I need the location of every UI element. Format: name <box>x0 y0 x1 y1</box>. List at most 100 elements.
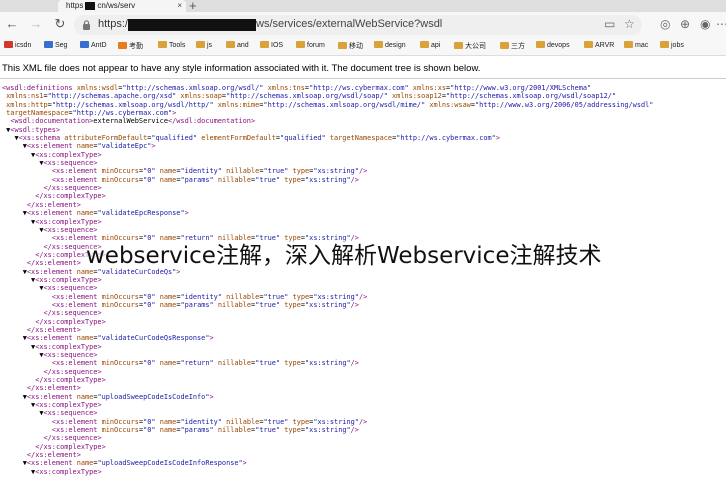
xml-line: </xs:sequence> <box>43 184 102 193</box>
bookmark-folder-devops[interactable]: devops <box>536 41 570 49</box>
bookmark-folder-forum[interactable]: forum <box>296 41 325 49</box>
xml-line[interactable]: ▼<xs:complexType> <box>2 343 722 351</box>
bookmark-folder-jobs[interactable]: jobs <box>660 41 684 49</box>
xml-line: xmlns:ns1="http://schemas.apache.org/xsd… <box>6 92 617 101</box>
folder-icon <box>420 41 429 48</box>
bookmark-folder-mobile[interactable]: 移动 <box>338 41 363 51</box>
bookmark-attendance[interactable]: 考勤 <box>118 41 143 51</box>
bookmark-folder-api[interactable]: api <box>420 41 440 49</box>
bookmark-folder-mac[interactable]: mac <box>624 41 648 49</box>
lock-icon <box>83 20 90 30</box>
bookmark-label: 大公司 <box>465 43 486 50</box>
xml-style-notice: This XML file does not appear to have an… <box>2 63 481 74</box>
reader-icon[interactable]: ▭ <box>604 17 615 31</box>
bookmark-label: devops <box>547 42 570 49</box>
xml-line[interactable]: ▼<xs:sequence> <box>2 159 722 167</box>
caption-overlay: webservice注解，深入解析Webservice注解技术 <box>86 243 602 269</box>
bookmark-folder-bigcorp[interactable]: 大公司 <box>454 41 486 51</box>
bookmark-folder-thirdparty[interactable]: 三方 <box>500 41 525 51</box>
xml-line: </xs:element> <box>26 384 81 393</box>
bookmark-folder-arvr[interactable]: ARVR <box>584 41 614 49</box>
bookmark-label: Seg <box>55 42 68 49</box>
address-bar[interactable]: https:// ws/services/externalWebService?… <box>74 15 642 35</box>
segmentfault-icon <box>44 41 53 48</box>
xml-line: xmlns:http="http://schemas.xmlsoap.org/w… <box>6 100 654 109</box>
extensions-icon[interactable]: ⊕ <box>680 17 690 31</box>
xml-document-tree: <wsdl:definitions xmlns:wsdl="http://sch… <box>2 84 722 476</box>
xml-line: <xs:element minOccurs="0" name="identity… <box>51 167 368 176</box>
bookmark-label: api <box>431 42 441 49</box>
xml-line[interactable]: ▼<xs:element name="validateEpc"> <box>2 142 722 150</box>
xml-line[interactable]: ▼<xs:element name="uploadSweepCodeIsCode… <box>2 459 722 467</box>
bookmark-label: icsdn <box>15 42 32 49</box>
bookmark-antd[interactable]: AntD <box>80 41 107 49</box>
xml-line: </xs:element> <box>26 325 81 334</box>
xml-line: <xs:element minOccurs="0" name="params" … <box>51 175 359 184</box>
bookmark-icsdn[interactable]: icsdn <box>4 41 31 49</box>
url-path: ws/services/externalWebService?wsdl <box>256 18 443 30</box>
xml-line: <xs:element minOccurs="0" name="identity… <box>51 292 368 301</box>
xml-line: <xs:element minOccurs="0" name="identity… <box>51 417 368 426</box>
bookmark-label: js <box>207 42 213 49</box>
collections-icon[interactable]: ◎ <box>660 17 670 31</box>
xml-line[interactable]: ▼<xs:complexType> <box>2 151 722 159</box>
bookmark-folder-design[interactable]: design <box>374 41 406 49</box>
back-button[interactable]: ← <box>4 16 20 31</box>
xml-line[interactable]: ▼<xs:sequence> <box>2 351 722 359</box>
xml-line: </xs:complexType> <box>35 192 106 201</box>
reload-button[interactable]: ↻ <box>52 16 68 32</box>
folder-icon <box>660 41 669 48</box>
folder-icon <box>260 41 269 48</box>
xml-line: </xs:sequence> <box>43 434 102 443</box>
bookmark-label: jobs <box>671 42 684 49</box>
csdn-icon <box>4 41 13 48</box>
xml-line: </xs:sequence> <box>43 367 102 376</box>
xml-line[interactable]: ▼<xs:sequence> <box>2 409 722 417</box>
bookmark-seg[interactable]: Seg <box>44 41 67 49</box>
folder-icon <box>584 41 593 48</box>
tab-close-button[interactable]: × <box>177 0 182 12</box>
xml-line[interactable]: ▼<xs:element name="uploadSweepCodeIsCode… <box>2 393 722 401</box>
browser-toolbar: ← → ↻ https:// ws/services/externalWebSe… <box>0 12 726 38</box>
xml-line[interactable]: ▼<xs:complexType> <box>2 468 722 476</box>
url-redaction <box>128 19 256 31</box>
xml-line[interactable]: ▼<xs:element name="validateCurCodeQsResp… <box>2 334 722 342</box>
xml-line[interactable]: ▼<xs:complexType> <box>2 276 722 284</box>
xml-line: </xs:sequence> <box>43 309 102 318</box>
url-scheme: https:// <box>98 18 132 30</box>
bookmark-label: design <box>385 42 406 49</box>
redaction-block <box>85 1 96 10</box>
xml-line: </xs:complexType> <box>35 376 106 385</box>
bookmark-label: ARVR <box>595 42 615 49</box>
notice-divider <box>0 78 726 79</box>
xml-line[interactable]: ▼<xs:complexType> <box>2 218 722 226</box>
bookmark-label: 移动 <box>349 43 363 50</box>
tab-strip: https cn/ws/serv × + <box>0 0 726 13</box>
bookmark-folder-js[interactable]: js <box>196 41 212 49</box>
folder-icon <box>296 41 305 48</box>
xml-line: <wsdl:definitions xmlns:wsdl="http://sch… <box>2 84 592 92</box>
favorite-icon[interactable]: ☆ <box>624 17 635 31</box>
xml-line[interactable]: ▼<wsdl:types> <box>2 126 722 134</box>
bookmark-folder-and[interactable]: and <box>226 41 249 49</box>
xml-line: </xs:complexType> <box>35 442 106 451</box>
xml-line[interactable]: ▼<xs:sequence> <box>2 284 722 292</box>
xml-line: <xs:element minOccurs="0" name="params" … <box>51 300 359 309</box>
forward-button[interactable]: → <box>28 16 44 31</box>
xml-line: </xs:complexType> <box>35 317 106 326</box>
tab-active[interactable]: https cn/ws/serv × <box>58 0 186 12</box>
bookmark-folder-ios[interactable]: IOS <box>260 41 283 49</box>
xml-line: <xs:element minOccurs="0" name="params" … <box>51 426 359 435</box>
xml-line[interactable]: ▼<xs:complexType> <box>2 401 722 409</box>
bookmark-folder-tools[interactable]: Tools <box>158 41 185 49</box>
xml-line: <wsdl:documentation>externalWebService</… <box>10 117 256 126</box>
folder-icon <box>536 41 545 48</box>
xml-line[interactable]: ▼<xs:sequence> <box>2 226 722 234</box>
bookmark-label: IOS <box>271 42 284 49</box>
xml-line[interactable]: ▼<xs:schema attributeFormDefault="qualif… <box>2 134 722 142</box>
tab-title-suffix: cn/ws/serv <box>97 1 136 10</box>
profile-icon[interactable]: ◉ <box>700 17 710 31</box>
tab-title-prefix: https <box>66 1 84 10</box>
menu-icon[interactable]: ⋯ <box>716 17 726 31</box>
xml-line[interactable]: ▼<xs:element name="validateEpcResponse"> <box>2 209 722 217</box>
